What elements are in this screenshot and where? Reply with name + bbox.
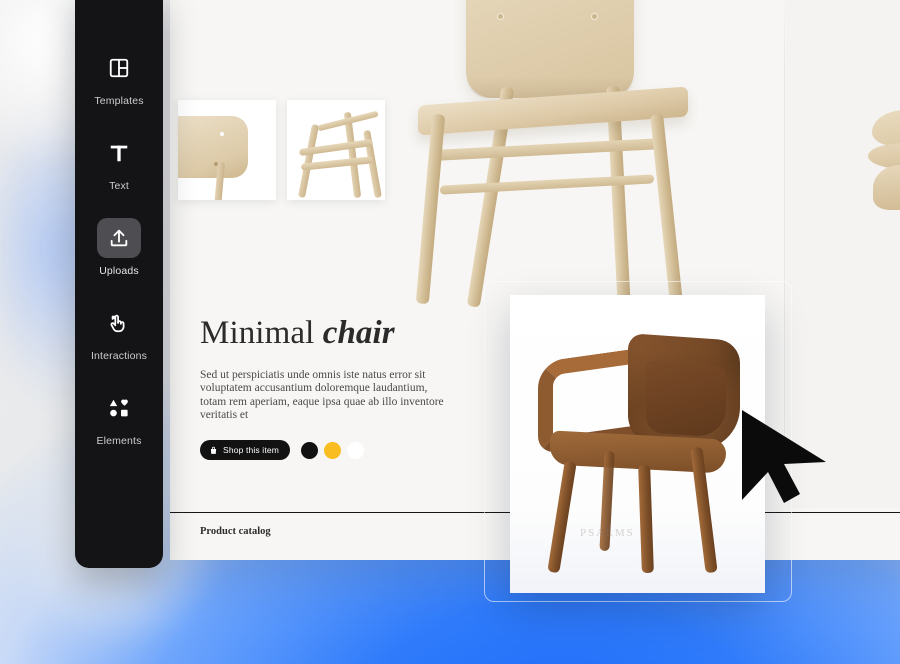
upload-arrow-icon-wrap: [97, 218, 141, 258]
sidebar-item-elements[interactable]: Elements: [83, 382, 155, 449]
shapes-icon: [109, 399, 128, 417]
tool-sidebar: Templates Text Uploads Interactions Elem…: [75, 0, 163, 568]
shop-button-label: Shop this item: [223, 445, 279, 455]
text-t-icon: [110, 145, 128, 162]
sidebar-item-text[interactable]: Text: [83, 127, 155, 194]
hand-pointer-icon-wrap: [97, 303, 141, 343]
canvas-footer-label: Product catalog: [200, 526, 271, 537]
sidebar-item-uploads[interactable]: Uploads: [83, 212, 155, 279]
chair-leg: [547, 460, 577, 574]
color-swatch-amber[interactable]: [323, 441, 341, 459]
color-swatch-white[interactable]: [346, 441, 364, 459]
thumbnail-chair-frame[interactable]: [287, 100, 385, 200]
shop-this-item-button[interactable]: Shop this item: [200, 440, 290, 460]
sidebar-label-uploads: Uploads: [99, 265, 139, 277]
chair-leg: [415, 113, 446, 305]
walnut-armchair-photo: PSALMS: [510, 295, 765, 593]
chair-rail: [432, 137, 664, 162]
page-title-italic: chair: [322, 315, 395, 351]
sidebar-label-elements: Elements: [96, 435, 142, 447]
side-table-stool-image[interactable]: [866, 110, 900, 210]
sidebar-label-text: Text: [109, 180, 129, 192]
layout-template-icon-wrap: [97, 48, 141, 88]
app-root: Minimal chair Sed ut perspiciatis unde o…: [0, 0, 900, 664]
color-swatch-black[interactable]: [300, 441, 318, 459]
layout-template-icon: [109, 58, 129, 78]
arrow-pointer-icon: [742, 410, 826, 503]
upload-arrow-icon: [110, 229, 128, 247]
page-title: Minimal chair: [200, 315, 395, 352]
dragged-image-watermark: PSALMS: [580, 527, 635, 539]
chair-leg: [650, 113, 683, 305]
chair-backrest: [466, 0, 634, 98]
sidebar-item-templates[interactable]: Templates: [83, 42, 155, 109]
shopping-bag-icon: [210, 446, 217, 454]
dragged-image-card[interactable]: PSALMS: [510, 295, 765, 593]
page-actions: Shop this item: [200, 440, 364, 460]
color-swatch-group[interactable]: [300, 441, 364, 459]
sidebar-label-interactions: Interactions: [90, 350, 148, 362]
thumbnail-strip[interactable]: [178, 100, 385, 200]
shapes-icon-wrap: [97, 388, 141, 428]
chair-leg: [638, 464, 654, 574]
sidebar-item-interactions[interactable]: Interactions: [83, 297, 155, 364]
text-t-icon-wrap: [97, 133, 141, 173]
sidebar-label-templates: Templates: [94, 95, 144, 107]
page-title-regular: Minimal: [200, 315, 315, 351]
hand-pointer-icon: [110, 314, 125, 333]
walnut-armchair-illustration: [532, 323, 744, 574]
mouse-cursor: [738, 404, 833, 509]
page-body-text: Sed ut perspiciatis unde omnis iste natu…: [200, 369, 444, 421]
thumbnail-chair-seat[interactable]: [178, 100, 276, 200]
